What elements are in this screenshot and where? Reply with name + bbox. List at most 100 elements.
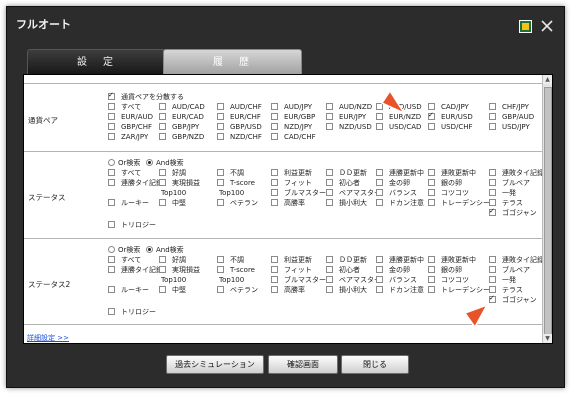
checkbox-icon[interactable]: [159, 112, 166, 120]
status-checkbox[interactable]: 初心者: [326, 178, 360, 188]
checkbox-icon[interactable]: [108, 102, 115, 110]
status-checkbox[interactable]: 中堅: [159, 198, 186, 208]
checkbox-icon[interactable]: [271, 285, 278, 293]
status-checkbox[interactable]: ベアマスター: [326, 188, 381, 198]
status-checkbox[interactable]: バランス: [376, 188, 417, 198]
checkbox-icon[interactable]: [489, 122, 496, 130]
checkbox-icon[interactable]: [326, 198, 333, 206]
checkbox-icon[interactable]: [271, 265, 278, 273]
checkbox-icon[interactable]: [271, 168, 278, 176]
checkbox-icon[interactable]: [428, 198, 435, 206]
checkbox-icon[interactable]: [271, 122, 278, 130]
checkbox-icon[interactable]: [217, 168, 224, 176]
currency-checkbox-eur-chf[interactable]: EUR/CHF: [217, 112, 261, 122]
checkbox-icon[interactable]: [217, 112, 224, 120]
currency-checkbox-aud-jpy[interactable]: AUD/JPY: [271, 102, 312, 112]
status-checkbox[interactable]: フィット: [271, 265, 312, 275]
currency-checkbox-gbp-chf[interactable]: GBP/CHF: [108, 122, 152, 132]
status-checkbox[interactable]: 初心者: [326, 265, 360, 275]
split-pairs-checkbox[interactable]: 通貨ペアを分散する: [108, 90, 184, 102]
checkbox-icon[interactable]: [271, 132, 278, 140]
currency-checkbox-eur-cad[interactable]: EUR/CAD: [159, 112, 204, 122]
checkbox-icon[interactable]: [108, 132, 115, 140]
checkbox-icon[interactable]: [271, 178, 278, 186]
status-checkbox[interactable]: ブルベア: [489, 265, 530, 275]
status-checkbox[interactable]: コツコツ: [428, 188, 469, 198]
checkbox-icon[interactable]: [428, 275, 435, 283]
checkbox-icon[interactable]: [326, 285, 333, 293]
checkbox-icon[interactable]: [108, 255, 115, 263]
status-checkbox[interactable]: トレーデンシー: [428, 285, 490, 295]
status-checkbox[interactable]: 好調: [159, 255, 186, 265]
currency-checkbox-nzd-usd[interactable]: NZD/USD: [326, 122, 372, 132]
currency-checkbox-cad-jpy[interactable]: CAD/JPY: [428, 102, 469, 112]
status-checkbox[interactable]: 損小利大: [326, 198, 367, 208]
status-checkbox[interactable]: ルーキー: [108, 198, 149, 208]
checkbox-icon[interactable]: [489, 255, 496, 263]
currency-checkbox-gbp-usd[interactable]: GBP/USD: [217, 122, 262, 132]
scroll-up-icon[interactable]: ▲: [543, 75, 552, 84]
checkbox-icon[interactable]: [271, 255, 278, 263]
checkbox-icon[interactable]: [159, 168, 166, 176]
checkbox-icon[interactable]: [326, 168, 333, 176]
status-checkbox[interactable]: ＤＤ更新: [326, 168, 367, 178]
currency-checkbox-eur-gbp[interactable]: EUR/GBP: [271, 112, 315, 122]
tab-settings[interactable]: 設 定: [27, 49, 166, 75]
status-checkbox[interactable]: すべて: [108, 168, 141, 178]
status-checkbox[interactable]: 連敗タイ記録: [489, 168, 544, 178]
checkbox-icon[interactable]: [271, 188, 278, 196]
checkbox-icon[interactable]: [217, 198, 224, 206]
checkbox-icon[interactable]: [489, 285, 496, 293]
checkbox-icon[interactable]: [326, 275, 333, 283]
radio-icon[interactable]: [146, 158, 153, 166]
status-checkbox[interactable]: 不調: [217, 255, 244, 265]
currency-checkbox-eur-jpy[interactable]: EUR/JPY: [326, 112, 366, 122]
status-checkbox[interactable]: 損小利大: [326, 285, 367, 295]
currency-checkbox-chf-jpy[interactable]: CHF/JPY: [489, 102, 529, 112]
checkbox-icon[interactable]: [489, 198, 496, 206]
checkbox-icon[interactable]: [326, 122, 333, 130]
checkbox-icon[interactable]: [108, 168, 115, 176]
checkbox-icon[interactable]: [376, 285, 383, 293]
checkbox-icon[interactable]: [376, 198, 383, 206]
status-checkbox[interactable]: 銀の卵: [428, 178, 462, 188]
currency-checkbox-eur-usd[interactable]: EUR/USD: [428, 110, 473, 122]
status-checkbox[interactable]: ＤＤ更新: [326, 255, 367, 265]
status-checkbox[interactable]: トレーデンシー: [428, 198, 490, 208]
and-search-radio[interactable]: And検索: [146, 245, 184, 255]
currency-checkbox-usd-cad[interactable]: USD/CAD: [376, 122, 421, 132]
checkbox-icon[interactable]: [271, 198, 278, 206]
status-checkbox[interactable]: 銀の卵: [428, 265, 462, 275]
checkbox-icon[interactable]: [376, 275, 383, 283]
checkbox-icon[interactable]: [326, 188, 333, 196]
trilogy-checkbox[interactable]: トリロジー: [108, 220, 156, 230]
details-link[interactable]: 詳細設定 >>: [27, 333, 69, 343]
checkbox-icon[interactable]: [159, 255, 166, 263]
status-checkbox[interactable]: ドカン注意: [376, 285, 424, 295]
currency-checkbox-gbp-aud[interactable]: GBP/AUD: [489, 112, 534, 122]
checkbox-icon[interactable]: [376, 178, 383, 186]
checkbox-icon[interactable]: [217, 178, 224, 186]
status-checkbox[interactable]: 一発: [489, 188, 516, 198]
checkbox-icon[interactable]: [108, 90, 115, 100]
status-checkbox[interactable]: フィット: [271, 178, 312, 188]
checkbox-icon[interactable]: [376, 168, 383, 176]
confirm-button[interactable]: 確認画面: [268, 355, 338, 374]
checkbox-icon[interactable]: [489, 206, 496, 216]
checkbox-icon[interactable]: [326, 102, 333, 110]
vertical-scrollbar[interactable]: ▲ ▼: [542, 75, 552, 343]
checkbox-icon[interactable]: [271, 275, 278, 283]
checkbox-icon[interactable]: [428, 122, 435, 130]
status-checkbox[interactable]: 連敗タイ記録: [489, 255, 544, 265]
currency-checkbox-gbp-jpy[interactable]: GBP/JPY: [159, 122, 199, 132]
checkbox-icon[interactable]: [108, 122, 115, 130]
currency-checkbox-xxx[interactable]: すべて: [108, 102, 141, 112]
currency-checkbox-usd-chf[interactable]: USD/CHF: [428, 122, 473, 132]
checkbox-icon[interactable]: [376, 122, 383, 130]
currency-checkbox-gbp-nzd[interactable]: GBP/NZD: [159, 132, 204, 142]
status-checkbox[interactable]: 高勝率: [271, 198, 305, 208]
checkbox-icon[interactable]: [428, 178, 435, 186]
checkbox-icon[interactable]: [326, 112, 333, 120]
checkbox-icon[interactable]: [159, 178, 166, 186]
close-button[interactable]: 閉じる: [341, 355, 409, 374]
